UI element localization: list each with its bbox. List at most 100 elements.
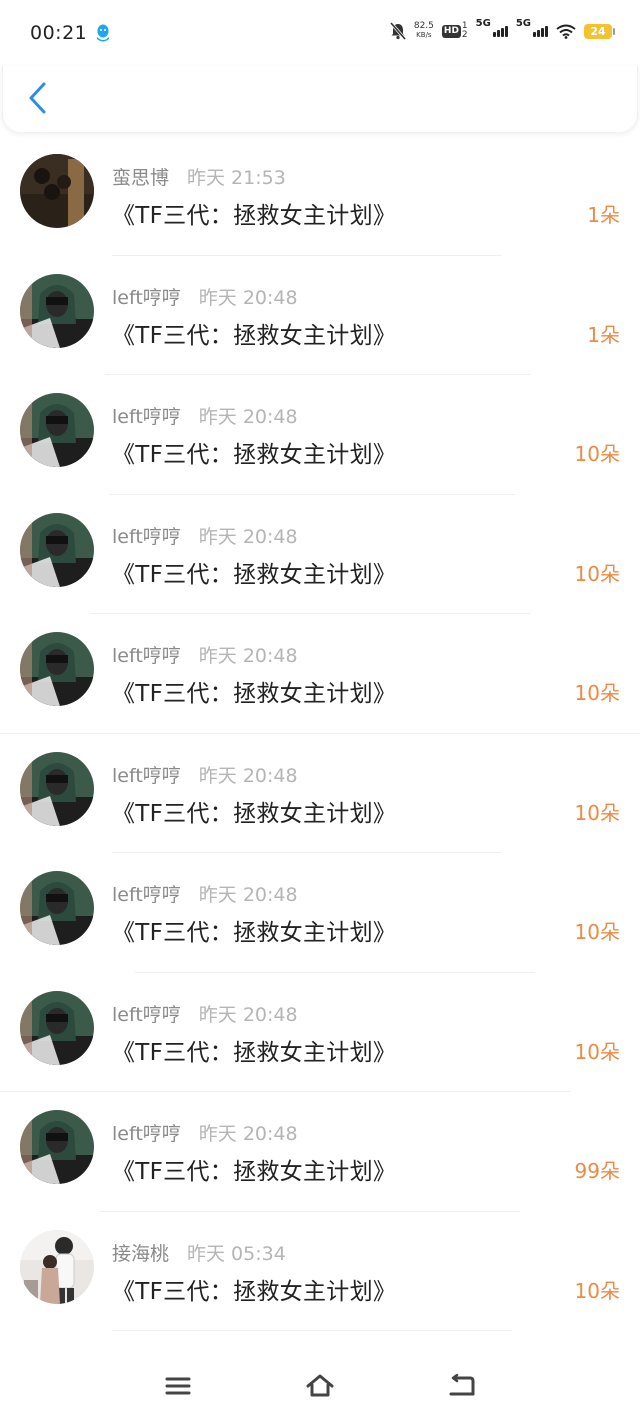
item-meta: left哼哼 昨天 20:48	[112, 880, 298, 907]
flower-count: 10朵	[574, 1278, 620, 1303]
user-name[interactable]: 蛮思博	[112, 163, 169, 190]
flower-count: 1朵	[587, 203, 620, 227]
avatar[interactable]	[20, 990, 94, 1065]
user-name[interactable]: 接海桃	[112, 1239, 169, 1266]
item-meta: left哼哼 昨天 20:48	[112, 1119, 298, 1146]
item-meta: 接海桃 昨天 05:34	[112, 1239, 286, 1266]
avatar-image	[20, 273, 94, 348]
list-item[interactable]: left哼哼 昨天 20:48 《TF三代：拯救女主计划》 1朵	[0, 256, 640, 375]
mute-bell-icon	[389, 22, 406, 40]
item-time: 昨天 20:48	[198, 764, 298, 787]
menu-icon	[165, 1377, 191, 1395]
item-title[interactable]: 《TF三代：拯救女主计划》	[112, 555, 396, 589]
list-item[interactable]: left哼哼 昨天 20:48 《TF三代：拯救女主计划》 10朵	[0, 734, 640, 853]
battery-icon: 24	[584, 23, 615, 39]
list-item[interactable]: 蛮思博 昨天 21:53 《TF三代：拯救女主计划》 1朵	[0, 136, 640, 256]
header	[2, 66, 638, 132]
item-title[interactable]: 《TF三代：拯救女主计划》	[112, 1152, 396, 1186]
flower-count: 10朵	[574, 1039, 620, 1064]
avatar-image	[20, 871, 94, 945]
system-nav-bar	[0, 1356, 640, 1416]
list-item[interactable]: left哼哼 昨天 20:48 《TF三代：拯救女主计划》 10朵	[0, 973, 640, 1092]
avatar-image	[20, 1110, 94, 1184]
chevron-left-icon	[29, 82, 46, 114]
status-icons: 82.5 KB/s HD 1 2 5G 5G 24	[389, 18, 615, 40]
avatar[interactable]	[20, 1110, 94, 1184]
hd-badge: HD 1 2	[441, 21, 468, 40]
status-time: 00:21	[30, 22, 88, 44]
item-time: 昨天 20:48	[198, 1003, 298, 1026]
list-item[interactable]: left哼哼 昨天 20:48 《TF三代：拯救女主计划》 99朵	[0, 1092, 640, 1212]
net-speed: 82.5 KB/s	[413, 21, 434, 40]
list-item[interactable]: left哼哼 昨天 20:48 《TF三代：拯救女主计划》 10朵	[0, 495, 640, 614]
user-name[interactable]: left哼哼	[112, 283, 181, 310]
back-button[interactable]	[23, 80, 53, 116]
flower-count: 10朵	[574, 442, 620, 466]
item-meta: left哼哼 昨天 20:48	[112, 283, 298, 310]
item-meta: left哼哼 昨天 20:48	[112, 402, 298, 429]
item-title[interactable]: 《TF三代：拯救女主计划》	[112, 435, 396, 469]
item-time: 昨天 05:34	[187, 1242, 286, 1265]
item-time: 昨天 20:48	[198, 525, 298, 548]
avatar-image	[20, 632, 94, 706]
wifi-icon	[556, 24, 576, 39]
user-name[interactable]: left哼哼	[112, 761, 181, 788]
avatar[interactable]	[20, 751, 94, 826]
list-item[interactable]: 接海桃 昨天 05:34 《TF三代：拯救女主计划》 10朵	[0, 1212, 640, 1331]
user-name[interactable]: left哼哼	[112, 641, 181, 668]
user-name[interactable]: left哼哼	[112, 1119, 181, 1146]
signal-icon-sim1: 5G	[476, 18, 508, 37]
avatar-image	[20, 751, 94, 826]
avatar[interactable]	[20, 1229, 94, 1304]
avatar-image	[20, 990, 94, 1065]
item-title[interactable]: 《TF三代：拯救女主计划》	[112, 674, 396, 708]
user-name[interactable]: left哼哼	[112, 402, 181, 429]
user-name[interactable]: left哼哼	[112, 880, 181, 907]
user-name[interactable]: left哼哼	[112, 522, 181, 549]
item-title[interactable]: 《TF三代：拯救女主计划》	[112, 1272, 396, 1306]
flower-count: 10朵	[574, 920, 620, 944]
gift-list: 蛮思博 昨天 21:53 《TF三代：拯救女主计划》 1朵 left哼哼 昨天 …	[0, 136, 640, 1331]
list-item[interactable]: left哼哼 昨天 20:48 《TF三代：拯救女主计划》 10朵	[0, 853, 640, 973]
flower-count: 10朵	[574, 561, 620, 586]
qq-icon	[97, 24, 110, 42]
list-item[interactable]: left哼哼 昨天 20:48 《TF三代：拯救女主计划》 10朵	[0, 614, 640, 734]
status-bar: 00:21 82.5 KB/s HD 1 2 5G 5G 24	[0, 0, 640, 66]
item-time: 昨天 20:48	[198, 1123, 298, 1145]
avatar-image	[20, 393, 94, 467]
item-title[interactable]: 《TF三代：拯救女主计划》	[112, 1033, 396, 1067]
item-meta: left哼哼 昨天 20:48	[112, 1000, 298, 1027]
item-title[interactable]: 《TF三代：拯救女主计划》	[112, 316, 396, 350]
home-button[interactable]	[304, 1370, 336, 1402]
screen: 00:21 82.5 KB/s HD 1 2 5G 5G 24 蛮思博 昨天 2…	[0, 0, 640, 1423]
item-time: 昨天 21:53	[187, 167, 286, 189]
avatar[interactable]	[20, 632, 94, 706]
item-time: 昨天 20:48	[198, 406, 298, 428]
list-item[interactable]: left哼哼 昨天 20:48 《TF三代：拯救女主计划》 10朵	[0, 375, 640, 495]
avatar[interactable]	[20, 871, 94, 945]
home-icon	[306, 1374, 334, 1397]
item-title[interactable]: 《TF三代：拯救女主计划》	[112, 196, 396, 230]
item-meta: left哼哼 昨天 20:48	[112, 761, 298, 788]
divider	[112, 1330, 512, 1331]
item-title[interactable]: 《TF三代：拯救女主计划》	[112, 794, 396, 828]
flower-count: 10朵	[574, 681, 620, 705]
flower-count: 99朵	[574, 1159, 620, 1183]
flower-count: 10朵	[574, 800, 620, 825]
avatar[interactable]	[20, 154, 94, 228]
avatar-image	[20, 154, 94, 228]
item-time: 昨天 20:48	[198, 286, 298, 309]
user-name[interactable]: left哼哼	[112, 1000, 181, 1027]
back-nav-button[interactable]	[446, 1370, 478, 1402]
avatar[interactable]	[20, 393, 94, 467]
item-meta: left哼哼 昨天 20:48	[112, 641, 298, 668]
avatar[interactable]	[20, 273, 94, 348]
item-meta: left哼哼 昨天 20:48	[112, 522, 298, 549]
menu-button[interactable]	[162, 1370, 194, 1402]
item-time: 昨天 20:48	[198, 645, 298, 667]
avatar[interactable]	[20, 512, 94, 587]
item-time: 昨天 20:48	[198, 884, 298, 906]
back-icon	[449, 1374, 475, 1396]
avatar-image	[20, 512, 94, 587]
item-title[interactable]: 《TF三代：拯救女主计划》	[112, 913, 396, 947]
